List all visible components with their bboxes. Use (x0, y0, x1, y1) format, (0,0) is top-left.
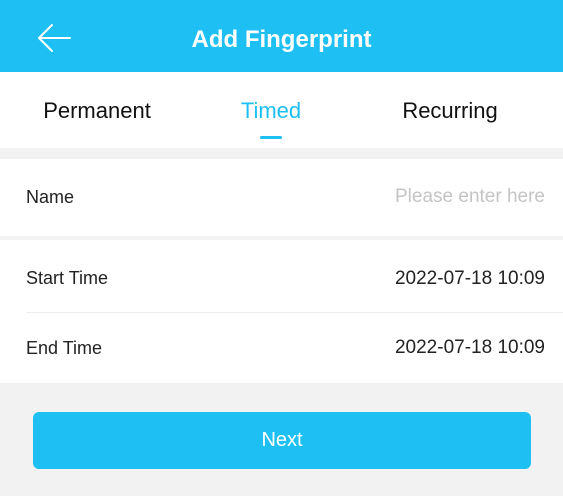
tab-permanent-label: Permanent (43, 98, 151, 123)
start-time-value[interactable]: 2022-07-18 10:09 (395, 240, 545, 317)
app-header: Add Fingerprint (0, 0, 563, 72)
name-row: Name (0, 159, 563, 236)
active-tab-indicator (260, 136, 282, 139)
start-time-row[interactable]: Start Time 2022-07-18 10:09 (0, 240, 563, 317)
tab-recurring[interactable]: Recurring (375, 72, 525, 148)
end-time-label: End Time (26, 338, 103, 358)
end-time-row[interactable]: End Time 2022-07-18 10:09 (0, 313, 563, 383)
next-button[interactable]: Next (33, 412, 531, 469)
start-time-label: Start Time (26, 268, 109, 288)
tab-bar: Permanent Timed Recurring (0, 72, 563, 148)
tab-permanent[interactable]: Permanent (22, 72, 172, 148)
end-time-value[interactable]: 2022-07-18 10:09 (395, 313, 545, 383)
tab-recurring-label: Recurring (402, 98, 498, 123)
page-title: Add Fingerprint (191, 26, 372, 53)
name-input[interactable] (245, 179, 545, 215)
tab-timed-label: Timed (240, 98, 302, 123)
tab-timed[interactable]: Timed (196, 72, 346, 148)
name-label: Name (26, 187, 75, 207)
